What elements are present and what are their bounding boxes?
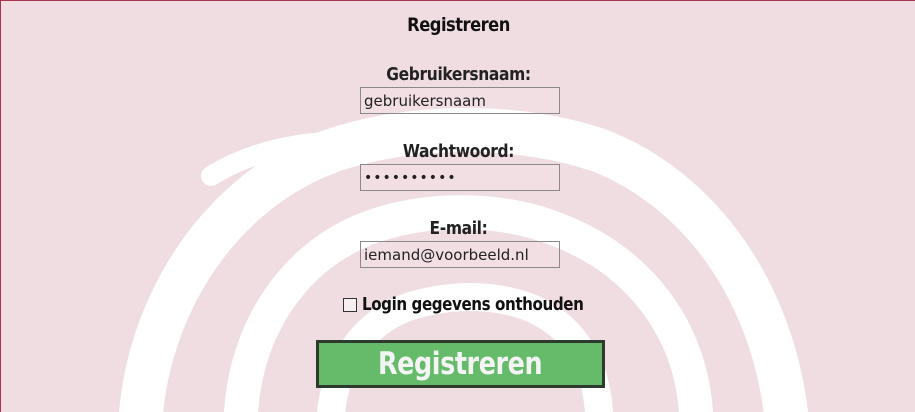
password-field[interactable] [360, 164, 560, 191]
page-title: Registreren [407, 14, 510, 36]
username-field[interactable] [360, 87, 560, 114]
username-label: Gebruikersnaam: [386, 64, 531, 85]
email-label: E-mail: [429, 218, 488, 239]
remember-me-row[interactable]: Login gegevens onthouden [343, 294, 626, 315]
register-button-label: Registreren [378, 346, 543, 382]
remember-me-label[interactable]: Login gegevens onthouden [362, 294, 584, 315]
email-field[interactable] [360, 241, 560, 268]
register-button[interactable]: Registreren [316, 340, 605, 388]
password-label: Wachtwoord: [402, 141, 515, 162]
remember-me-checkbox[interactable] [343, 297, 357, 312]
